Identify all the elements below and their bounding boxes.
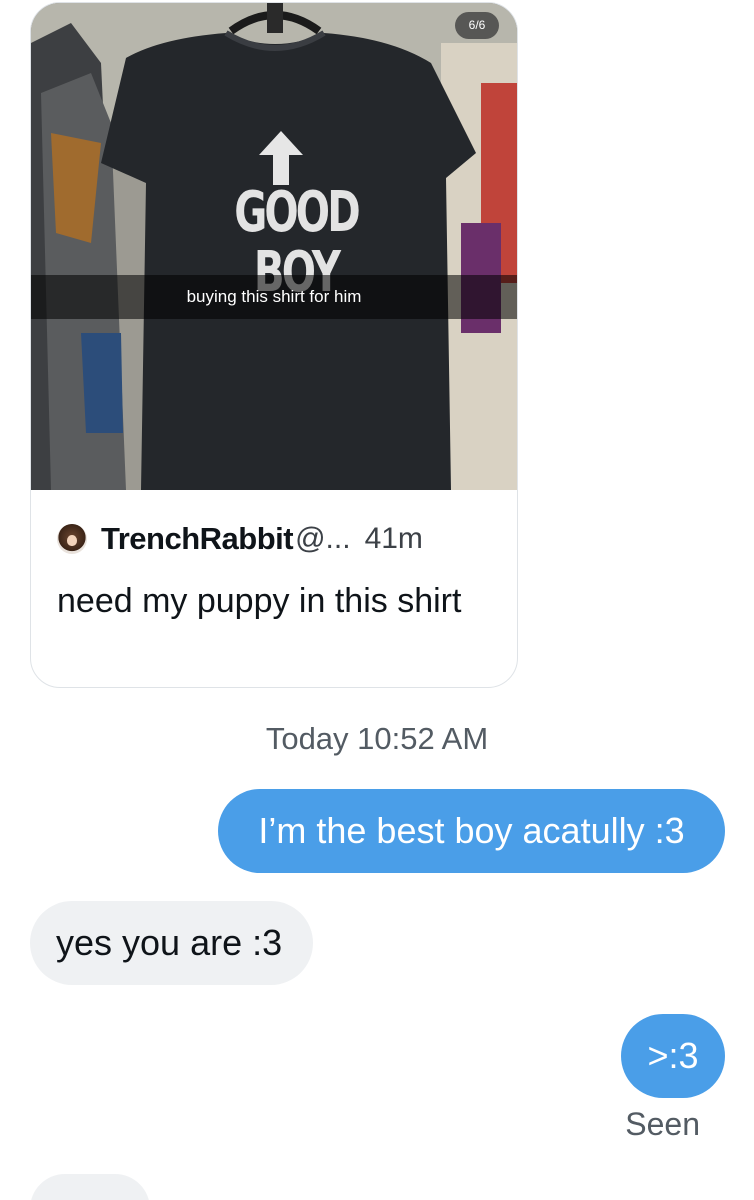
conversation-timestamp: Today 10:52 AM [265, 721, 489, 756]
message-bubble-received-partial[interactable] [30, 1174, 150, 1200]
post-author-row[interactable]: TrenchRabbit @... 41m [57, 519, 423, 559]
message-bubble-received[interactable]: yes you are :3 [30, 901, 313, 985]
media-page-counter: 6/6 [455, 12, 499, 39]
author-avatar[interactable] [57, 524, 87, 554]
author-handle: @... [295, 522, 351, 555]
post-text: need my puppy in this shirt [57, 582, 462, 620]
post-media-image[interactable]: 6/6 GOOD BOY buying this shirt for him [31, 3, 517, 490]
dm-conversation: 6/6 GOOD BOY buying this shirt for him T… [0, 0, 754, 1200]
media-caption-bar: buying this shirt for him [31, 275, 517, 319]
author-name[interactable]: TrenchRabbit [101, 521, 294, 557]
message-bubble-sent[interactable]: I’m the best boy acatully :3 [218, 789, 725, 873]
message-bubble-sent[interactable]: >:3 [621, 1014, 725, 1098]
seen-status: Seen [625, 1106, 700, 1142]
media-caption-text: buying this shirt for him [186, 287, 362, 306]
shared-post-card[interactable]: 6/6 GOOD BOY buying this shirt for him T… [30, 2, 518, 688]
post-time: 41m [364, 522, 423, 555]
